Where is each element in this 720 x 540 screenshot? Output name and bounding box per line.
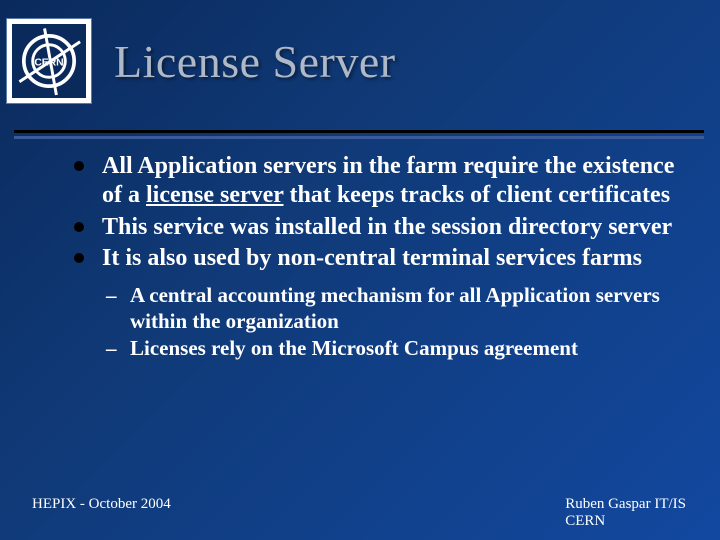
footer-org: CERN	[565, 513, 686, 530]
sub-bullet-list: A central accounting mechanism for all A…	[102, 283, 688, 362]
list-item: A central accounting mechanism for all A…	[102, 283, 688, 334]
svg-text:CERN: CERN	[34, 57, 63, 68]
sub-bullet-text: Licenses rely on the Microsoft Campus ag…	[130, 336, 578, 360]
footer-author: Ruben Gaspar IT/IS	[565, 496, 686, 513]
footer-left: HEPIX - October 2004	[32, 496, 171, 531]
cern-logo: CERN	[6, 18, 92, 104]
list-item: This service was installed in the sessio…	[68, 213, 688, 242]
slide-header: CERN License Server	[0, 0, 720, 104]
cern-logo-icon: CERN	[12, 24, 86, 98]
bullet-text-pre: It is also used by non-central terminal …	[102, 245, 642, 271]
footer-right: Ruben Gaspar IT/IS CERN	[565, 496, 686, 531]
list-item: All Application servers in the farm requ…	[68, 152, 688, 211]
sub-bullet-text: A central accounting mechanism for all A…	[130, 283, 660, 333]
slide-title: License Server	[114, 35, 396, 88]
bullet-list: All Application servers in the farm requ…	[68, 152, 688, 273]
list-item: Licenses rely on the Microsoft Campus ag…	[102, 336, 688, 362]
bullet-text-underline: license server	[146, 182, 284, 208]
slide-footer: HEPIX - October 2004 Ruben Gaspar IT/IS …	[0, 496, 720, 531]
list-item: It is also used by non-central terminal …	[68, 244, 688, 273]
slide-body: All Application servers in the farm requ…	[68, 152, 688, 364]
bullet-text-pre: This service was installed in the sessio…	[102, 214, 672, 240]
divider	[0, 130, 720, 139]
bullet-text-post: that keeps tracks of client certificates	[284, 182, 671, 208]
